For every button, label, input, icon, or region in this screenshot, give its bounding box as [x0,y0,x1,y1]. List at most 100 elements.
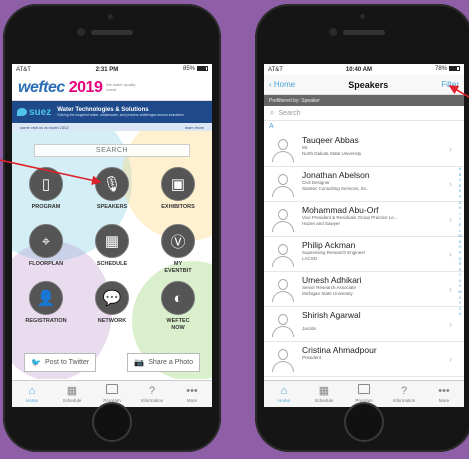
social-buttons: 🐦 Post to Twitter 📷 Share a Photo [12,353,212,372]
weftec-now-icon: ◐ [161,281,195,315]
tile-label: WEFTEC NOW [166,318,190,331]
tile-program[interactable]: ▯ PROGRAM [16,167,76,211]
tile-my-eventbit[interactable]: Ⓥ MY EVENTBIT [148,224,208,274]
clock: 10:40 AM [345,66,372,73]
sponsor-banner[interactable]: suez Water Technologies & Solutions Solv… [12,101,212,123]
battery-icon [449,66,460,72]
speaker-org: Hazen and Sawyer [302,220,341,226]
speaker-list: Tauqeer Abbas Mr. North Dakota State Unive… [264,132,464,377]
tile-label: SCHEDULE [96,261,128,267]
avatar-icon [270,172,296,198]
tab-more[interactable]: ••• More [424,381,464,407]
speaker-row[interactable]: Tauqeer Abbas Mr. North Dakota State Unive… [264,132,464,167]
carrier: AT&T [268,66,283,73]
tile-label: SPEAKERS [96,204,128,210]
speaker-row[interactable]: Cristina Ahmadpour President › [264,342,464,377]
speaker-name: Shirish Agarwal [302,310,361,320]
speaker-row[interactable]: Umesh Adhikari Senior Research Associate M… [264,272,464,307]
tile-label: NETWORK [97,318,127,324]
tile-registration[interactable]: 👤 REGISTRATION [16,281,76,325]
back-label: Home [273,80,296,89]
speaker-org: LACSD [302,255,318,261]
chevron-right-icon: › [449,249,452,259]
booth-link[interactable]: learn more [185,125,204,130]
tile-label: REGISTRATION [25,318,67,324]
tile-schedule[interactable]: ▦ SCHEDULE [82,224,142,268]
avatar-icon [270,207,296,233]
speaker-row[interactable]: Philip Ackman Supervising Research Engine… [264,237,464,272]
chevron-right-icon: › [449,354,452,364]
avatar-icon [270,312,296,338]
info-icon: ? [400,385,408,397]
tile-exhibitors[interactable]: ▣ EXHIBITORS [148,167,208,211]
speaker-name: Mohammad Abu-Orf [302,205,379,215]
search-placeholder: Search [278,109,301,117]
tile-speakers[interactable]: 🎙 SPEAKERS [82,167,142,211]
speaker-org: Michigan State University [302,290,353,296]
person-icon: 👤 [29,281,63,315]
speaker-row[interactable]: Jonathan Abelson Civil Designer Stantec Co… [264,167,464,202]
sponsor-subtitle: Solving the toughest water, wastewater, … [57,113,184,117]
tab-information[interactable]: ? Information [384,381,424,407]
share-photo-button[interactable]: 📷 Share a Photo [127,353,200,372]
tile-floorplan[interactable]: ⌖ FLOORPLAN [16,224,76,268]
index-letter[interactable]: # [457,312,463,318]
tab-home[interactable]: ⌂ Home [12,381,52,407]
speaker-name: Cristina Ahmadpour [302,345,377,355]
back-button[interactable]: ‹ Home [269,80,295,89]
booth-strip[interactable]: come visit us at booth 2302 learn more [12,123,212,131]
search-icon: ⌕ [270,108,275,117]
phone-speakers: AT&T 10:40 AM 78% ‹ Home Speakers Filter… [255,4,469,452]
page-title: Speakers [348,79,389,90]
earpiece [343,30,385,35]
chevron-right-icon: › [449,214,452,224]
speaker-row[interactable]: Mohammad Abu-Orf Vice President & Residua… [264,202,464,237]
camera-dot [360,14,365,19]
chevron-right-icon: › [449,319,452,329]
clock: 2:31 PM [95,66,119,73]
tab-schedule[interactable]: ▦ Schedule [52,381,92,407]
tile-network[interactable]: 💬 NETWORK [82,281,142,325]
twitter-icon: 🐦 [31,358,41,367]
tile-label: PROGRAM [31,204,61,210]
program-icon [344,384,384,398]
speaker-row[interactable]: Shirish Agarwal Jacobs › [264,307,464,342]
section-header: A [269,123,274,130]
search-input[interactable]: ⌕ Search [264,106,464,121]
home-hardware-button[interactable] [344,402,384,442]
post-to-twitter-button[interactable]: 🐦 Post to Twitter [24,353,97,372]
avatar-icon [270,347,296,373]
more-icon: ••• [438,385,450,397]
home-hardware-button[interactable] [92,402,132,442]
info-icon: ? [148,385,156,397]
eventbit-icon: Ⓥ [161,224,195,258]
alphabet-index[interactable]: A B C D E F G H I J K L M N O P Q R S T U V W X Y Z # [457,167,463,318]
tab-home[interactable]: ⌂ Home [264,381,304,407]
tab-more[interactable]: ••• More [172,381,212,407]
search-button[interactable]: SEARCH [34,144,190,157]
tab-label: Home [277,398,290,403]
tile-weftec-now[interactable]: ◐ WEFTEC NOW [148,281,208,331]
tablet-icon: ▯ [29,167,63,201]
status-bar: AT&T 2:31 PM 85% [12,64,212,75]
home-icon: ⌂ [28,385,36,397]
battery-indicator: 85% [183,66,208,73]
tab-information[interactable]: ? Information [132,381,172,407]
phone-home: AT&T 2:31 PM 85% weftec 2019 the water q… [3,4,221,452]
avatar-icon [270,277,296,303]
chevron-right-icon: › [449,179,452,189]
speaker-title: President [302,355,322,360]
chevron-right-icon: › [449,144,452,154]
tab-label: More [186,398,198,403]
logo-year: 2019 [68,78,103,96]
easel-icon: ▣ [161,167,195,201]
weftec-banner[interactable]: weftec 2019 the water quality event [12,75,212,101]
home-screen: AT&T 2:31 PM 85% weftec 2019 the water q… [12,64,212,407]
map-pin-icon: ⌖ [29,224,63,258]
filter-button[interactable]: Filter [441,80,459,89]
camera-dot [108,14,113,19]
chat-bubbles-icon: 💬 [95,281,129,315]
tab-label: Information [392,398,416,403]
tab-label: Schedule [62,398,82,403]
tab-schedule[interactable]: ▦ Schedule [304,381,344,407]
